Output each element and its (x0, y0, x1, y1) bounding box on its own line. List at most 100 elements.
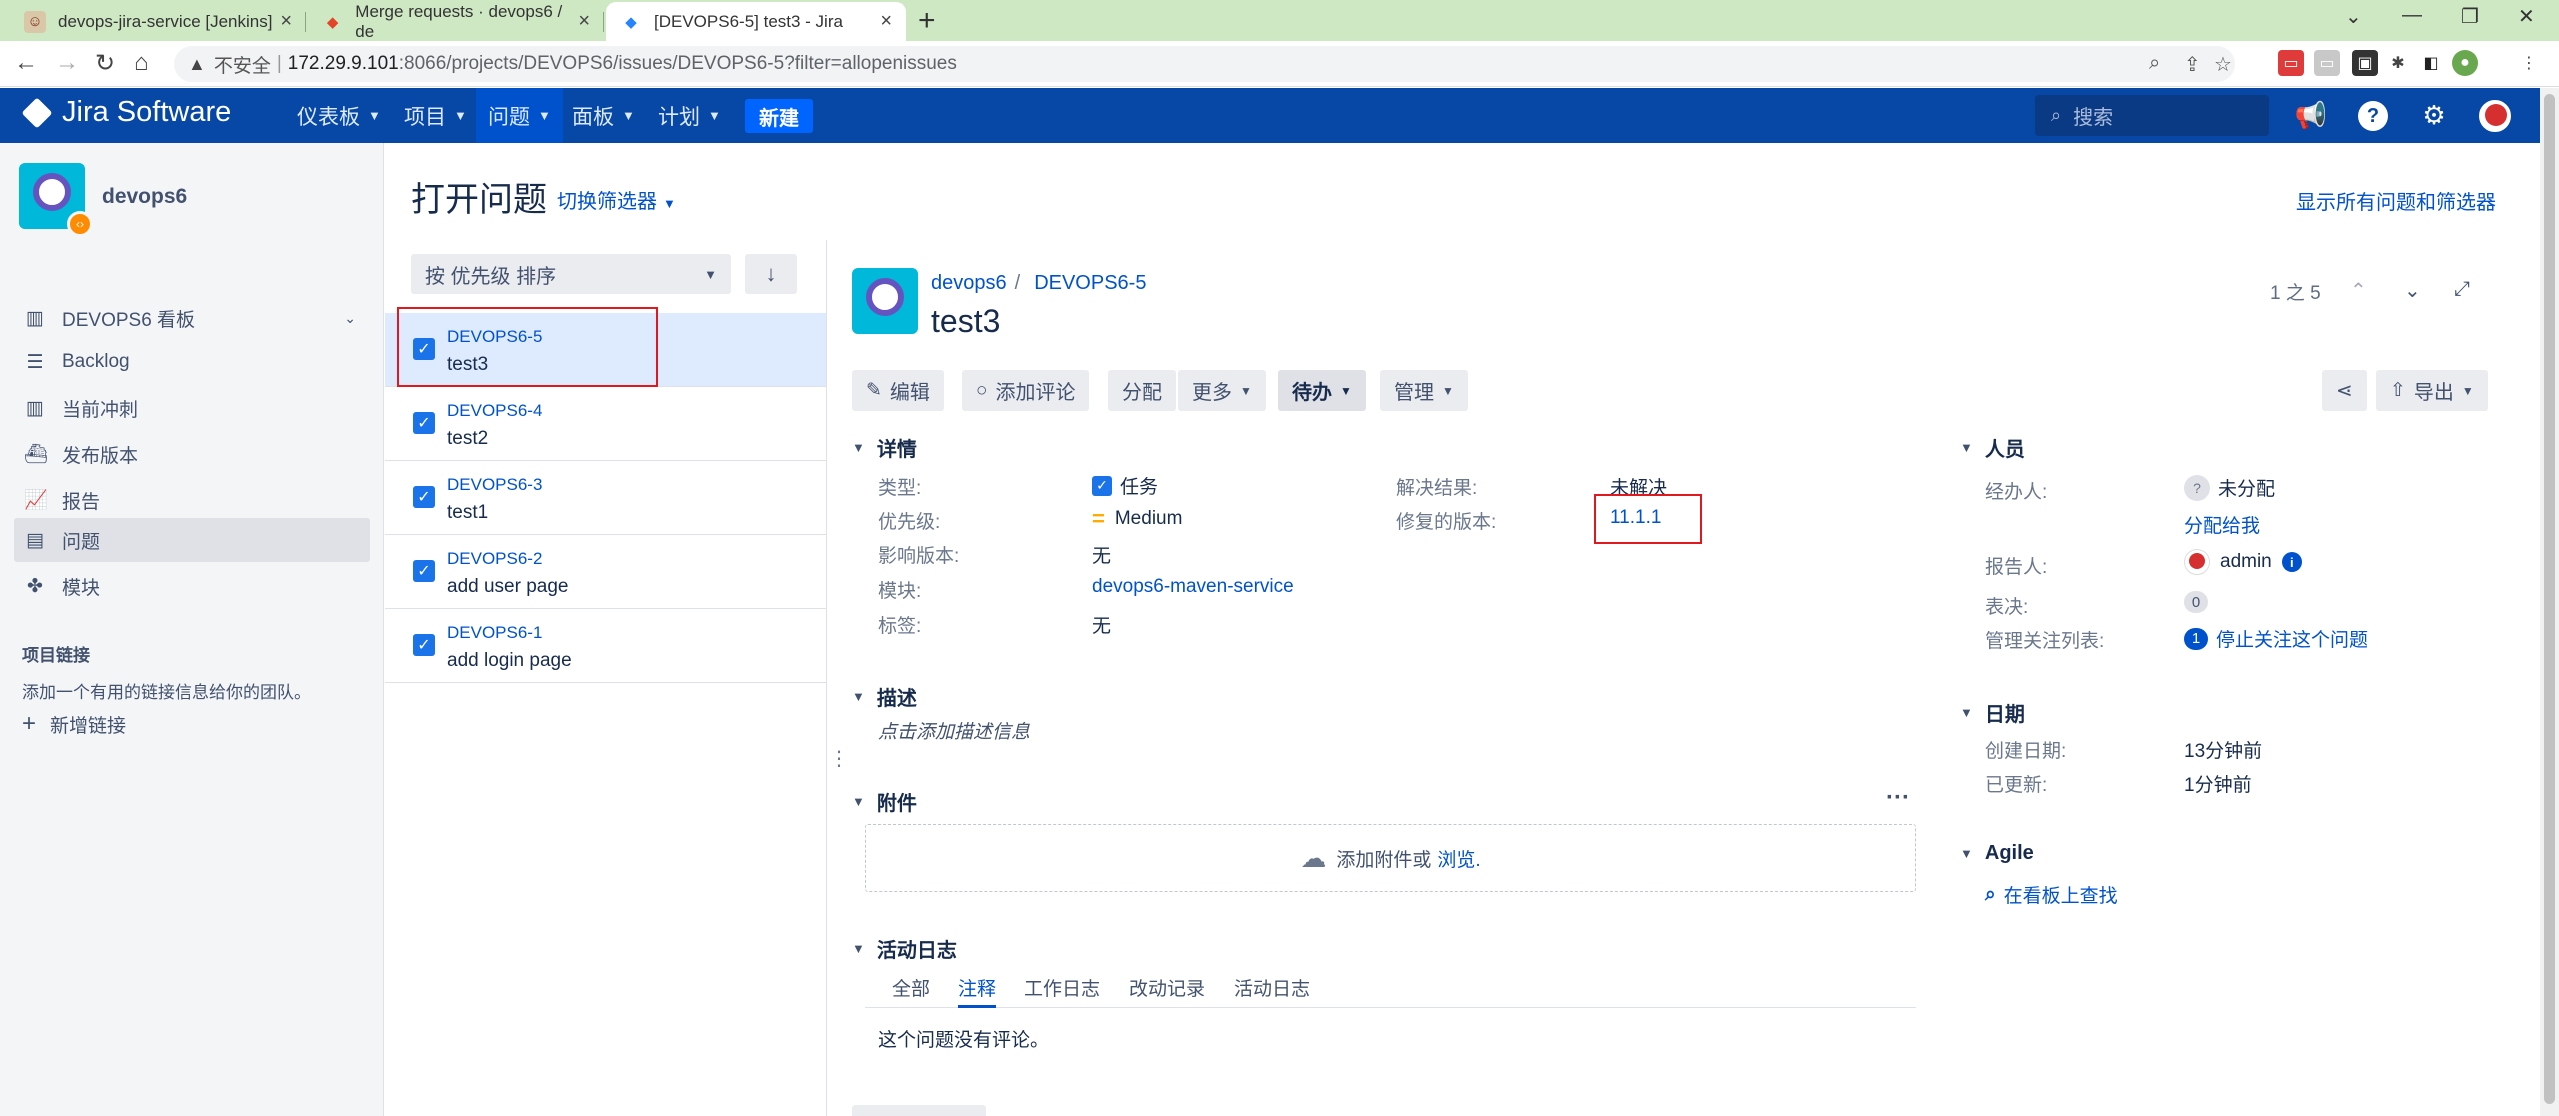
create-button[interactable]: 新建 (745, 99, 813, 133)
extension-badge-icon[interactable]: ▣ (2352, 50, 2378, 76)
export-button[interactable]: ⇧ 导出 ▼ (2376, 370, 2488, 411)
tab-history[interactable]: 改动记录 (1129, 974, 1205, 1001)
sidebar-item-board[interactable]: ▥ DEVOPS6 看板 ⌄ (14, 296, 370, 340)
nav-plans[interactable]: 计划 ▼ (646, 88, 733, 143)
tab-search-icon[interactable]: ⌄ (2345, 4, 2362, 29)
back-icon[interactable]: ← (14, 49, 38, 77)
labels-value[interactable]: 无 (1092, 611, 1111, 638)
watchers-value[interactable]: 1 停止关注这个问题 (2184, 625, 2368, 652)
issue-title[interactable]: test3 (931, 303, 1000, 340)
description-placeholder[interactable]: 点击添加描述信息 (878, 717, 1030, 744)
affects-version-value[interactable]: 无 (1092, 541, 1111, 568)
bookmark-star-icon[interactable]: ☆ (2214, 52, 2232, 77)
reload-icon[interactable]: ↻ (95, 49, 115, 78)
browser-tab-jira[interactable]: ◆ [DEVOPS6-5] test3 - Jira × (606, 2, 906, 41)
description-section-toggle[interactable]: ▼ 描述 (852, 682, 917, 711)
close-window-icon[interactable]: ✕ (2518, 4, 2535, 29)
sidebar-item-issues[interactable]: ▤ 问题 (14, 518, 370, 562)
find-on-board-link[interactable]: ⌕ 在看板上查找 (1985, 881, 2118, 908)
zoom-icon[interactable]: ⌕ (2149, 52, 2160, 75)
sort-direction-button[interactable]: ↓ (745, 254, 797, 294)
browser-tab-jenkins[interactable]: ☺ devops-jira-service [Jenkins] × (10, 2, 306, 41)
agile-section-toggle[interactable]: ▼ Agile (1960, 842, 2034, 865)
scrollbar-thumb[interactable] (2544, 94, 2555, 1104)
tab-activity[interactable]: 活动日志 (1234, 974, 1310, 1001)
comment-button-partial[interactable] (852, 1105, 986, 1116)
sort-select[interactable]: 按 优先级 排序 ▼ (411, 254, 731, 294)
edit-button[interactable]: ✎ 编辑 (852, 370, 944, 411)
browser-menu-icon[interactable]: ⋮ (2516, 50, 2542, 76)
reporter-value[interactable]: admin i (2184, 549, 2302, 575)
priority-value[interactable]: = Medium (1092, 506, 1182, 532)
sidebar-item-backlog[interactable]: ☰ Backlog (14, 340, 370, 384)
announcement-icon[interactable]: 📢 (2294, 98, 2328, 132)
tab-worklog[interactable]: 工作日志 (1024, 974, 1100, 1001)
close-tab-icon[interactable]: × (280, 10, 292, 33)
user-avatar[interactable] (2479, 100, 2511, 132)
nav-projects[interactable]: 项目 ▼ (392, 88, 479, 143)
nav-boards[interactable]: 面板 ▼ (560, 88, 647, 143)
issue-list-item[interactable]: ✓ DEVOPS6-1 add login page (385, 609, 826, 683)
nav-issues[interactable]: 问题 ▼ (476, 88, 563, 143)
project-avatar[interactable]: ‹› (19, 163, 93, 237)
assign-to-me-link[interactable]: 分配给我 (2184, 511, 2260, 538)
sidebar-item-releases[interactable]: ⛴ 发布版本 (14, 432, 370, 476)
more-options-icon[interactable]: ··· (1886, 784, 1910, 812)
dates-section-toggle[interactable]: ▼ 日期 (1960, 698, 2025, 727)
profile-icon[interactable]: ● (2452, 50, 2478, 76)
tab-comments[interactable]: 注释 (958, 974, 997, 1008)
project-name[interactable]: devops6 (102, 185, 187, 209)
sidebar-item-sprint[interactable]: ▥ 当前冲刺 (14, 386, 370, 430)
sidebar-item-components[interactable]: ✤ 模块 (14, 564, 370, 608)
restore-icon[interactable]: ❐ (2461, 4, 2479, 29)
tab-all[interactable]: 全部 (892, 974, 930, 1001)
switch-filter-dropdown[interactable]: 切换筛选器 ▼ (557, 185, 676, 214)
show-all-issues-link[interactable]: 显示所有问题和筛选器 (2296, 186, 2496, 215)
share-button[interactable]: ⋖ (2322, 370, 2367, 411)
share-icon[interactable]: ⇪ (2184, 52, 2201, 77)
issue-list-item[interactable]: ✓ DEVOPS6-4 test2 (385, 387, 826, 461)
votes-count[interactable]: 0 (2184, 591, 2208, 613)
sidebar-item-reports[interactable]: 📈 报告 (14, 478, 370, 522)
admin-button[interactable]: 管理 ▼ (1380, 370, 1468, 411)
search-input[interactable]: ⌕ 搜索 (2035, 95, 2269, 136)
browser-tab-gitlab[interactable]: ◆ Merge requests · devops6 / de × (308, 2, 604, 41)
breadcrumb-project-link[interactable]: devops6 (931, 272, 1007, 295)
nav-dashboards[interactable]: 仪表板 ▼ (285, 88, 393, 143)
activity-section-toggle[interactable]: ▼ 活动日志 (852, 934, 957, 963)
more-button[interactable]: 更多 ▼ (1178, 370, 1266, 411)
assignee-value[interactable]: ? 未分配 (2184, 474, 2275, 501)
status-button[interactable]: 待办 ▼ (1278, 370, 1366, 411)
extensions-puzzle-icon[interactable]: ✱ (2385, 50, 2411, 76)
breadcrumb-issue-link[interactable]: DEVOPS6-5 (1034, 272, 1146, 295)
resize-handle-icon[interactable]: ⋮ (829, 746, 849, 771)
component-link[interactable]: devops6-maven-service (1092, 576, 1294, 598)
new-tab-button[interactable]: + (918, 4, 936, 38)
attachment-dropzone[interactable]: ☁ 添加附件或 浏览. (865, 824, 1916, 892)
expand-icon[interactable]: ⤢ (2454, 278, 2470, 301)
extension-gray-icon[interactable]: ▭ (2314, 50, 2340, 76)
assign-button[interactable]: 分配 (1108, 370, 1176, 411)
details-section-toggle[interactable]: ▼ 详情 (852, 433, 917, 462)
people-section-toggle[interactable]: ▼ 人员 (1960, 433, 2025, 462)
url-field[interactable]: ▲ 不安全 | 172.29.9.101:8066/projects/DEVOP… (174, 46, 2235, 82)
home-icon[interactable]: ⌂ (134, 49, 149, 77)
issue-list-item[interactable]: ✓ DEVOPS6-2 add user page (385, 535, 826, 609)
help-icon[interactable]: ? (2358, 101, 2388, 131)
add-comment-button[interactable]: ○ 添加评论 (962, 370, 1090, 411)
attachments-section-toggle[interactable]: ▼ 附件 (852, 787, 917, 816)
close-tab-icon[interactable]: × (578, 10, 590, 33)
next-issue-icon[interactable]: ⌄ (2404, 278, 2421, 303)
info-icon[interactable]: i (2281, 552, 2302, 572)
previous-issue-icon[interactable]: ⌃ (2350, 278, 2367, 303)
close-tab-icon[interactable]: × (880, 10, 892, 33)
jira-logo[interactable]: Jira Software (21, 96, 231, 129)
minimize-icon[interactable]: — (2402, 4, 2422, 27)
gear-icon[interactable]: ⚙ (2417, 98, 2451, 132)
side-panel-icon[interactable]: ◧ (2418, 50, 2444, 76)
page-scrollbar[interactable] (2540, 88, 2559, 1116)
forward-icon[interactable]: → (55, 49, 79, 77)
browse-link[interactable]: 浏览. (1437, 845, 1480, 872)
add-link-button[interactable]: + 新增链接 (22, 710, 126, 738)
extension-red-icon[interactable]: ▭ (2278, 50, 2304, 76)
